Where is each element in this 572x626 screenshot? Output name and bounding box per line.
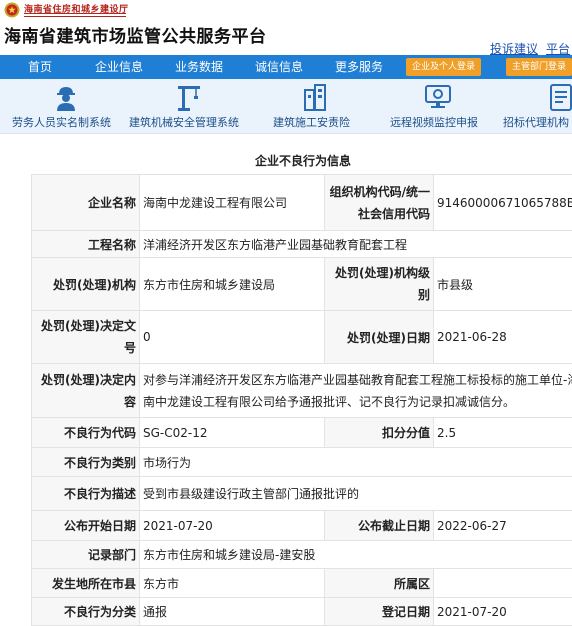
- record-department-value: 东方市住房和城乡建设局-建安股: [140, 541, 572, 569]
- register-date-value: 2021-07-20: [434, 598, 572, 626]
- system-bidding-agency[interactable]: 招标代理机构: [498, 79, 572, 133]
- district-label: 所属区: [325, 569, 434, 598]
- violation-code-label: 不良行为代码: [32, 418, 140, 448]
- table-row: 企业名称 海南中龙建设工程有限公司 组织机构代码/统一社会信用代码 914600…: [32, 175, 572, 231]
- publish-end-value: 2022-06-27: [434, 511, 572, 541]
- publish-start-label: 公布开始日期: [32, 511, 140, 541]
- violation-category-value: 市场行为: [140, 448, 572, 477]
- city-value: 东方市: [140, 569, 325, 598]
- site-header: 海南省住房和城乡建设厅 海南省建筑市场监管公共服务平台 投诉建议平台: [0, 0, 572, 55]
- decision-content-value: 对参与洋浦经济开发区东方临港产业园基础教育配套工程施工标投标的施工单位-海南中龙…: [140, 364, 572, 418]
- national-emblem-icon: [4, 2, 20, 18]
- monitor-icon: [423, 82, 453, 112]
- deduction-score-label: 扣分分值: [325, 418, 434, 448]
- nav-more-services[interactable]: 更多服务: [335, 55, 383, 79]
- department-underline: [24, 13, 126, 17]
- deduction-score-value: 2.5: [434, 418, 572, 448]
- record-department-label: 记录部门: [32, 541, 140, 569]
- publish-end-label: 公布截止日期: [325, 511, 434, 541]
- violation-description-value: 受到市县级建设行政主管部门通报批评的: [140, 477, 572, 511]
- table-row: 工程名称 洋浦经济开发区东方临港产业园基础教育配套工程: [32, 231, 572, 258]
- section-title: 企业不良行为信息: [0, 152, 572, 169]
- register-date-label: 登记日期: [325, 598, 434, 626]
- nav-home[interactable]: 首页: [28, 55, 52, 79]
- nav-enterprise-info[interactable]: 企业信息: [95, 55, 143, 79]
- crane-icon: [174, 82, 204, 112]
- table-row: 不良行为描述 受到市县级建设行政主管部门通报批评的: [32, 477, 572, 511]
- system-construction-insurance[interactable]: 建筑施工安责险: [256, 79, 374, 133]
- enterprise-login-button[interactable]: 企业及个人登录: [406, 58, 481, 76]
- decision-number-value: 0: [140, 311, 325, 364]
- authority-login-button[interactable]: 主管部门登录: [506, 58, 572, 76]
- project-name-label: 工程名称: [32, 231, 140, 258]
- system-labor-realname[interactable]: 劳务人员实名制系统: [0, 79, 126, 133]
- document-icon: [546, 82, 572, 112]
- table-row: 不良行为代码 SG-C02-12 扣分分值 2.5: [32, 418, 572, 448]
- table-row: 处罚(处理)决定文号 0 处罚(处理)日期 2021-06-28: [32, 311, 572, 364]
- system-label: 建筑施工安责险: [273, 114, 350, 130]
- authority-label: 处罚(处理)机构: [32, 258, 140, 311]
- violation-category-label: 不良行为类别: [32, 448, 140, 477]
- decision-number-label: 处罚(处理)决定文号: [32, 311, 140, 364]
- system-label: 建筑机械安全管理系统: [129, 114, 239, 130]
- table-row: 处罚(处理)决定内容 对参与洋浦经济开发区东方临港产业园基础教育配套工程施工标投…: [32, 364, 572, 418]
- systems-bar: 劳务人员实名制系统 建筑机械安全管理系统 建筑施工安责险 远程视频监控申报: [0, 79, 572, 134]
- publish-start-value: 2021-07-20: [140, 511, 325, 541]
- system-label: 远程视频监控申报: [390, 114, 478, 130]
- city-label: 发生地所在市县: [32, 569, 140, 598]
- authority-level-value: 市县级: [434, 258, 572, 311]
- worker-icon: [51, 82, 81, 112]
- penalty-date-label: 处罚(处理)日期: [325, 311, 434, 364]
- violation-description-label: 不良行为描述: [32, 477, 140, 511]
- main-nav: 首页 企业信息 业务数据 诚信信息 更多服务 企业及个人登录 主管部门登录: [0, 55, 572, 79]
- table-row: 公布开始日期 2021-07-20 公布截止日期 2022-06-27: [32, 511, 572, 541]
- org-code-value: 91460000671065788B: [434, 175, 572, 231]
- table-row: 记录部门 东方市住房和城乡建设局-建安股: [32, 541, 572, 569]
- table-row: 发生地所在市县 东方市 所属区: [32, 569, 572, 598]
- district-value: [434, 569, 572, 598]
- classification-label: 不良行为分类: [32, 598, 140, 626]
- table-row: 处罚(处理)机构 东方市住房和城乡建设局 处罚(处理)机构级别 市县级: [32, 258, 572, 311]
- table-row: 不良行为分类 通报 登记日期 2021-07-20: [32, 598, 572, 626]
- penalty-date-value: 2021-06-28: [434, 311, 572, 364]
- company-name-label: 企业名称: [32, 175, 140, 231]
- authority-level-label: 处罚(处理)机构级别: [325, 258, 434, 311]
- system-label: 劳务人员实名制系统: [12, 114, 111, 130]
- classification-value: 通报: [140, 598, 325, 626]
- violation-code-value: SG-C02-12: [140, 418, 325, 448]
- nav-business-data[interactable]: 业务数据: [175, 55, 223, 79]
- table-row: 不良行为类别 市场行为: [32, 448, 572, 477]
- system-machinery-safety[interactable]: 建筑机械安全管理系统: [126, 79, 256, 133]
- building-icon: [300, 82, 330, 112]
- decision-content-label: 处罚(处理)决定内容: [32, 364, 140, 418]
- platform-link[interactable]: 平台: [546, 42, 570, 56]
- project-name-value: 洋浦经济开发区东方临港产业园基础教育配套工程: [140, 231, 572, 258]
- nav-credit-info[interactable]: 诚信信息: [255, 55, 303, 79]
- violation-info-table: 企业名称 海南中龙建设工程有限公司 组织机构代码/统一社会信用代码 914600…: [31, 174, 572, 626]
- system-remote-video[interactable]: 远程视频监控申报: [374, 79, 498, 133]
- company-name-value: 海南中龙建设工程有限公司: [140, 175, 325, 231]
- site-title: 海南省建筑市场监管公共服务平台: [4, 22, 267, 47]
- complaint-link[interactable]: 投诉建议: [490, 42, 538, 56]
- org-code-label: 组织机构代码/统一社会信用代码: [325, 175, 434, 231]
- authority-value: 东方市住房和城乡建设局: [140, 258, 325, 311]
- system-label: 招标代理机构: [503, 114, 569, 130]
